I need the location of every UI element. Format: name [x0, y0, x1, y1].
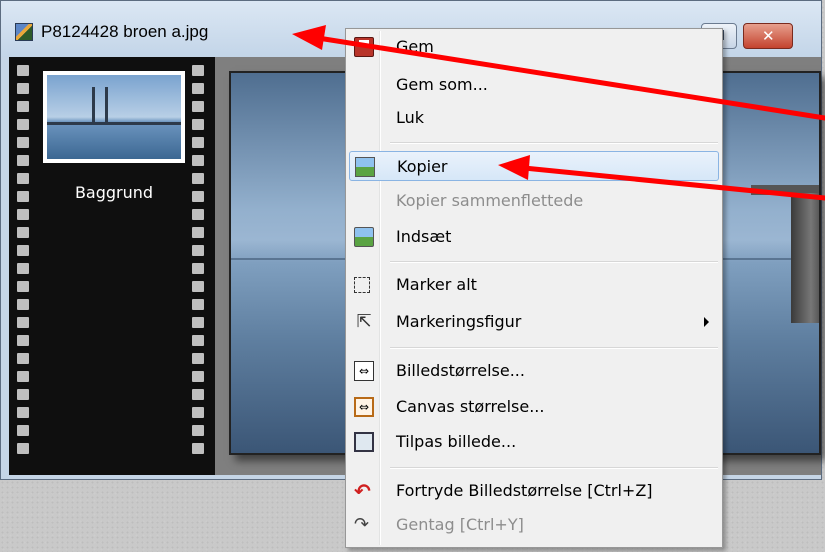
menu-item-canvas-size[interactable]: ⇔ Canvas størrelse... [349, 392, 719, 422]
paste-image-icon [354, 227, 374, 247]
menu-separator [390, 347, 718, 349]
menu-item-paste[interactable]: Indsæt [349, 222, 719, 252]
canvas-size-icon: ⇔ [354, 397, 374, 417]
cursor-icon: ⇱ [356, 311, 372, 332]
menu-item-redo: ↷ Gentag [Ctrl+Y] [354, 514, 524, 535]
filmstrip-sprockets-right [192, 65, 206, 461]
layer-filmstrip: Baggrund [9, 57, 215, 475]
menu-item-fit-image[interactable]: Tilpas billede... [349, 427, 719, 457]
menu-item-close[interactable]: Luk [349, 103, 719, 133]
layer-thumbnail[interactable] [43, 71, 185, 163]
image-file-icon [15, 23, 33, 41]
close-icon: ✕ [762, 27, 775, 45]
menu-item-save[interactable]: Gem [349, 32, 719, 62]
menu-separator [390, 467, 718, 469]
menu-item-copy-merged: Kopier sammenflettede [396, 191, 584, 210]
menu-item-undo[interactable]: ↶ Fortryde Billedstørrelse [Ctrl+Z] [349, 476, 719, 506]
menu-item-save-as[interactable]: Gem som... [349, 70, 719, 100]
layer-label: Baggrund [74, 183, 154, 202]
redo-icon: ↷ [354, 514, 370, 535]
menu-item-selection-shape[interactable]: ⇱ Markeringsfigur [349, 307, 719, 337]
submenu-arrow-icon [704, 317, 709, 327]
close-button[interactable]: ✕ [743, 23, 793, 49]
copy-image-icon [355, 157, 375, 177]
menu-item-copy[interactable]: Kopier [349, 151, 719, 181]
select-all-icon [354, 277, 370, 293]
undo-icon: ↶ [354, 479, 371, 503]
save-icon [354, 37, 374, 57]
context-menu: Gem Gem som... Luk Kopier Kopier sammenf… [345, 28, 723, 548]
menu-item-select-all[interactable]: Marker alt [349, 270, 719, 300]
fit-image-icon [354, 432, 374, 452]
menu-item-image-size[interactable]: ⇔ Billedstørrelse... [349, 356, 719, 386]
menu-separator [390, 142, 718, 144]
image-size-icon: ⇔ [354, 361, 374, 381]
window-title: P8124428 broen a.jpg [41, 22, 209, 41]
filmstrip-sprockets-left [17, 65, 31, 461]
menu-separator [390, 261, 718, 263]
